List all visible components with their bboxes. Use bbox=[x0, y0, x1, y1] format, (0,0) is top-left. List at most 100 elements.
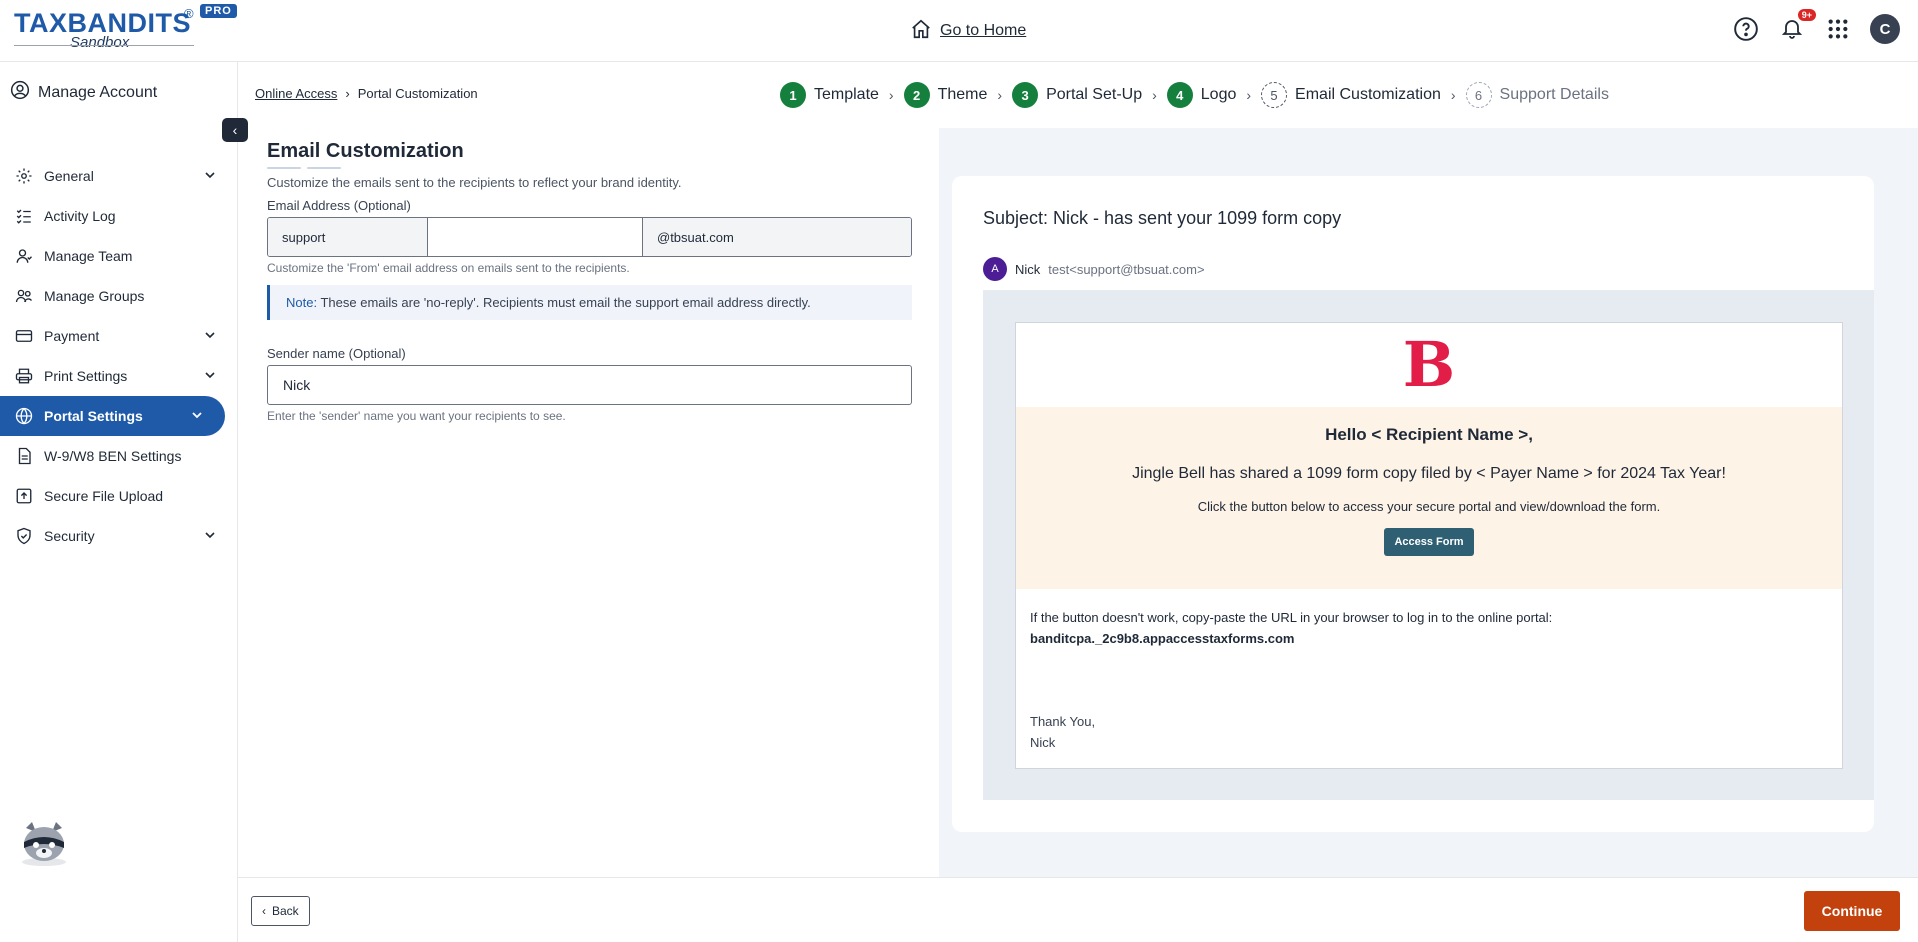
sender-name-input[interactable]: Nick bbox=[267, 365, 912, 405]
gear-icon bbox=[14, 166, 34, 186]
email-customization-form: Email Customization Customize the emails… bbox=[267, 140, 912, 423]
users-icon bbox=[14, 286, 34, 306]
step-template[interactable]: 1 Template bbox=[780, 82, 879, 108]
step-portal-setup[interactable]: 3 Portal Set-Up bbox=[1012, 82, 1142, 108]
sidebar-item-print-settings[interactable]: Print Settings bbox=[0, 356, 238, 396]
step-number: 6 bbox=[1465, 82, 1492, 108]
sidebar-item-payment[interactable]: Payment bbox=[0, 316, 238, 356]
email-signoff: Thank You, Nick bbox=[1030, 711, 1095, 753]
sidebar-item-label: Print Settings bbox=[44, 368, 128, 384]
email-fallback: If the button doesn't work, copy-paste t… bbox=[1030, 607, 1552, 649]
notifications-button[interactable]: 9+ bbox=[1778, 9, 1816, 43]
chevron-right-icon: › bbox=[1450, 87, 1456, 103]
note-label: Note: bbox=[286, 295, 318, 310]
step-number: 1 bbox=[780, 82, 806, 108]
step-support-details[interactable]: 6 Support Details bbox=[1465, 82, 1609, 108]
chevron-right-icon: › bbox=[997, 87, 1003, 103]
logo-registered-mark: ® bbox=[184, 6, 194, 21]
go-to-home-link[interactable]: Go to Home bbox=[910, 18, 1026, 43]
access-form-button[interactable]: Access Form bbox=[1384, 528, 1474, 556]
chevron-right-icon: › bbox=[1152, 87, 1157, 103]
sidebar-item-manage-groups[interactable]: Manage Groups bbox=[0, 276, 238, 316]
continue-button[interactable]: Continue bbox=[1804, 891, 1900, 931]
upload-icon bbox=[14, 486, 34, 506]
chevron-right-icon: › bbox=[888, 87, 894, 103]
apps-grid-icon[interactable] bbox=[1824, 15, 1852, 43]
email-hero: Hello < Recipient Name >, Jingle Bell ha… bbox=[1016, 407, 1842, 589]
manage-account-heading: Manage Account bbox=[10, 80, 157, 105]
sidebar-item-label: W-9/W8 BEN Settings bbox=[44, 448, 182, 464]
go-to-home-label: Go to Home bbox=[940, 21, 1027, 39]
shield-icon bbox=[14, 526, 34, 546]
sidebar-item-activity-log[interactable]: Activity Log bbox=[0, 196, 238, 236]
checklist-icon bbox=[14, 206, 34, 226]
step-label: Support Details bbox=[1499, 86, 1609, 103]
step-logo[interactable]: 4 Logo bbox=[1166, 82, 1236, 108]
chevron-right-icon: › bbox=[1246, 87, 1252, 103]
sidebar-item-general[interactable]: General bbox=[0, 156, 238, 196]
sidebar-collapse-button[interactable]: ‹ bbox=[222, 118, 248, 142]
email-username-input[interactable] bbox=[428, 218, 643, 256]
user-avatar[interactable]: C bbox=[1870, 14, 1900, 44]
step-number: 5 bbox=[1261, 82, 1288, 108]
chevron-right-icon: › bbox=[345, 86, 350, 101]
header-actions: 9+ C bbox=[1732, 9, 1900, 44]
email-address-group: support @tbsuat.com bbox=[267, 217, 912, 257]
step-label: Portal Set-Up bbox=[1046, 86, 1143, 103]
sidebar-item-w9-w8ben-settings[interactable]: W-9/W8 BEN Settings bbox=[0, 436, 238, 476]
printer-icon bbox=[14, 366, 34, 386]
breadcrumb: Online Access › Portal Customization bbox=[255, 86, 478, 101]
sidebar-item-label: Activity Log bbox=[44, 208, 116, 224]
sender-email: test<support@tbsuat.com> bbox=[1048, 261, 1205, 277]
top-header: TAXBANDITS ® PRO Sandbox Go to Home 9+ C bbox=[0, 0, 1918, 62]
logo-divider bbox=[14, 45, 194, 46]
home-icon bbox=[910, 18, 932, 43]
sidebar-item-label: General bbox=[44, 168, 94, 184]
document-icon bbox=[14, 446, 34, 466]
sidebar-item-secure-file-upload[interactable]: Secure File Upload bbox=[0, 476, 238, 516]
chevron-left-icon: ‹ bbox=[232, 122, 238, 138]
logo-sandbox-label: Sandbox bbox=[70, 34, 130, 51]
sidebar-item-manage-team[interactable]: Manage Team bbox=[0, 236, 238, 276]
step-email-customization[interactable]: 5 Email Customization bbox=[1261, 82, 1441, 108]
taxbandits-logo[interactable]: TAXBANDITS ® PRO Sandbox bbox=[14, 4, 244, 54]
email-body: B Hello < Recipient Name >, Jingle Bell … bbox=[1015, 322, 1843, 769]
fallback-text: If the button doesn't work, copy-paste t… bbox=[1030, 610, 1553, 625]
sender-avatar: A bbox=[983, 257, 1007, 281]
step-label: Template bbox=[814, 86, 879, 103]
chevron-down-icon bbox=[204, 368, 216, 384]
page-title: Email Customization bbox=[267, 140, 464, 162]
chevron-down-icon bbox=[204, 168, 216, 184]
signature-name: Nick bbox=[1030, 735, 1056, 750]
step-theme[interactable]: 2 Theme bbox=[903, 82, 988, 108]
sidebar-item-label: Manage Team bbox=[44, 248, 133, 264]
footer-bar: ‹ Back Continue bbox=[238, 877, 1918, 942]
email-message: Jingle Bell has shared a 1099 form copy … bbox=[1132, 465, 1726, 482]
sidebar-item-security[interactable]: Security bbox=[0, 516, 238, 556]
thanks-text: Thank You, bbox=[1030, 714, 1096, 729]
brand-logo-letter: B bbox=[1402, 328, 1456, 401]
back-label: Back bbox=[272, 904, 299, 918]
chevron-down-icon bbox=[204, 328, 216, 344]
step-number: 3 bbox=[1012, 82, 1039, 108]
step-label: Theme bbox=[937, 86, 988, 103]
email-instruction: Click the button below to access your se… bbox=[1197, 499, 1661, 514]
email-prefix-field: support bbox=[268, 218, 428, 256]
pro-badge: PRO bbox=[200, 4, 237, 18]
note-text: These emails are 'no-reply'. Recipients … bbox=[320, 295, 811, 310]
progress-stepper: 1 Template › 2 Theme › 3 Portal Set-Up ›… bbox=[780, 82, 1609, 108]
step-label: Email Customization bbox=[1295, 86, 1441, 103]
email-from-row: A Nick test<support@tbsuat.com> bbox=[983, 257, 1205, 281]
breadcrumb-online-access-link[interactable]: Online Access bbox=[255, 86, 337, 101]
sidebar-item-label: Security bbox=[44, 528, 95, 544]
step-number: 2 bbox=[903, 82, 930, 108]
sidebar-item-portal-settings[interactable]: Portal Settings bbox=[0, 396, 225, 436]
manage-account-label: Manage Account bbox=[38, 83, 158, 101]
email-help-text: Customize the 'From' email address on em… bbox=[267, 261, 630, 275]
chevron-down-icon bbox=[191, 408, 203, 424]
sidebar-item-label: Manage Groups bbox=[44, 288, 145, 304]
globe-icon bbox=[14, 406, 34, 426]
mascot-chat-icon[interactable] bbox=[18, 818, 70, 868]
back-button[interactable]: ‹ Back bbox=[251, 896, 310, 926]
help-icon[interactable] bbox=[1732, 15, 1760, 43]
